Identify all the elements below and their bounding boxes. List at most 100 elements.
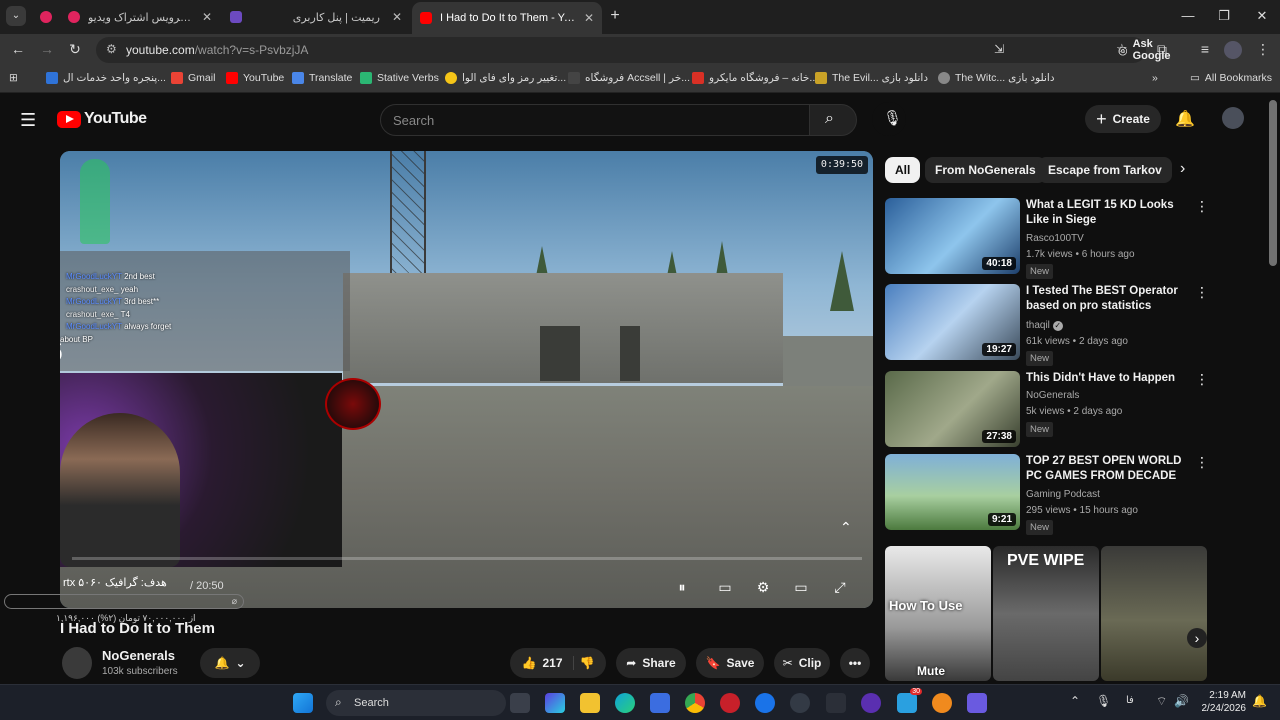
expand-chapters-icon[interactable]: ⌃ [840,519,852,536]
file-explorer-icon[interactable] [580,693,600,713]
short-thumbnail[interactable]: How To Use Mute [885,546,991,681]
recommendation-item[interactable]: 19:27 I Tested The BEST Operator based o… [885,284,1215,366]
app-icon[interactable] [755,693,775,713]
bookmark-item[interactable]: پنجره واحد خدمات ال... [46,72,166,84]
taskbar-search[interactable]: ⌕ Search [326,690,506,716]
new-tab-button[interactable]: + [606,7,624,25]
search-input[interactable]: Search [380,104,810,136]
fullscreen-icon[interactable]: ⤢ [829,576,851,598]
chips-next-chevron-icon[interactable]: › [1180,160,1185,178]
back-icon[interactable]: ← [9,41,27,57]
bookmark-star-icon[interactable]: ☆ [1116,41,1128,57]
tab-youtube-active[interactable]: I Had to Do It to Them - YouTube ✕ [412,2,602,34]
chip-escape-from-tarkov[interactable]: Escape from Tarkov [1038,157,1172,183]
app-icon[interactable] [790,693,810,713]
close-tab-icon[interactable]: ✕ [392,10,402,24]
telegram-icon[interactable]: 30 [897,688,922,713]
bookmark-stative-verbs[interactable]: Stative Verbs [360,72,439,84]
bookmark-item[interactable]: The Witc... دانلود بازی [938,72,1055,84]
recommendation-channel[interactable]: NoGenerals [1026,390,1079,401]
bookmarks-overflow-button[interactable]: » [1152,72,1158,84]
tab-aparat[interactable]: آپارات - سرویس اشتراک ویدیو ✕ [60,4,220,30]
recommendation-channel[interactable]: thaqil ✓ [1026,320,1063,331]
video-thumbnail[interactable]: 9:21 [885,454,1020,530]
microphone-tray-icon[interactable]: 🎙 [1096,694,1111,708]
more-actions-button[interactable]: ••• [840,648,870,678]
create-button[interactable]: + Create [1085,105,1161,133]
recommendation-title[interactable]: What a LEGIT 15 KD Looks Like in Siege [1026,198,1194,228]
like-button[interactable]: 👍 217 [522,656,574,670]
media-control-icon[interactable]: ≡ [1196,41,1214,57]
recommendation-channel[interactable]: Rasco100TV [1026,233,1084,244]
subtitles-icon[interactable]: ▭ [714,576,736,598]
media-player-icon[interactable] [861,693,881,713]
recommendation-title[interactable]: This Didn't Have to Happen [1026,371,1194,386]
tab-pinned[interactable] [32,4,62,30]
input-language-indicator[interactable]: فا [1126,695,1134,706]
all-bookmarks-button[interactable]: ▭ All Bookmarks [1190,72,1272,84]
video-thumbnail[interactable]: 27:38 [885,371,1020,447]
account-avatar[interactable] [1222,107,1244,129]
recommendation-item[interactable]: 9:21 TOP 27 BEST OPEN WORLD PC GAMES FRO… [885,454,1215,536]
channel-name[interactable]: NoGenerals [102,648,175,663]
bookmark-item[interactable]: خانه – فروشگاه مایکرو... [692,72,818,84]
share-button[interactable]: ➦ Share [616,648,686,678]
close-tab-icon[interactable]: ✕ [584,11,594,25]
edge-icon[interactable] [615,693,635,713]
bookmark-youtube[interactable]: YouTube [226,72,284,84]
subscribed-notifications-button[interactable]: 🔔 ⌄ [200,648,260,678]
video-thumbnail[interactable]: 40:18 [885,198,1020,274]
notification-bell-icon[interactable]: 🔔 [1252,694,1267,708]
channel-avatar[interactable] [62,647,92,679]
reload-icon[interactable]: ↻ [66,41,84,58]
app-icon[interactable] [932,693,952,713]
forward-icon[interactable]: → [38,41,56,57]
more-options-icon[interactable]: ⋮ [1195,371,1209,388]
shelf-next-chevron-icon[interactable]: › [1187,628,1207,648]
tray-chevron-up-icon[interactable]: ⌃ [1070,694,1080,708]
youtube-logo[interactable]: YouTube [57,110,147,128]
short-thumbnail[interactable] [1101,546,1207,681]
bookmark-item[interactable]: The Evil... دانلود بازی [815,72,928,84]
install-app-icon[interactable]: ⇲ [994,42,1004,56]
site-info-icon[interactable]: ⚙ [106,42,117,56]
video-thumbnail[interactable]: 19:27 [885,284,1020,360]
save-button[interactable]: 🔖 Save [696,648,764,678]
close-window-button[interactable]: ✕ [1252,8,1272,24]
system-clock[interactable]: 2:19 AM 2/24/2026 [1196,689,1247,715]
app-icon[interactable] [720,693,740,713]
bookmark-item[interactable]: فروشگاه Accsell | خر... [568,72,690,84]
menu-kebab-icon[interactable]: ⋮ [1254,41,1272,58]
bookmark-item[interactable]: تغییر رمز وای فای الوا... [445,72,566,84]
short-thumbnail[interactable]: PVE WIPE [993,546,1099,681]
recommendation-title[interactable]: TOP 27 BEST OPEN WORLD PC GAMES FROM DEC… [1026,454,1194,485]
copilot-icon[interactable] [545,693,565,713]
recommendation-item[interactable]: 40:18 What a LEGIT 15 KD Looks Like in S… [885,198,1215,280]
apps-grid-icon[interactable]: ⊞ [9,72,18,84]
tab-search-button[interactable]: ⌄ [6,6,26,26]
chip-from-nogenerals[interactable]: From NoGenerals [925,157,1046,183]
close-tab-icon[interactable]: ✕ [202,10,212,24]
bookmark-translate[interactable]: Translate [292,72,352,84]
settings-gear-icon[interactable]: ⚙ [752,576,774,598]
recommendation-channel[interactable]: Gaming Podcast [1026,489,1100,500]
wifi-icon[interactable]: ⌔ [1156,694,1167,709]
windows-start-icon[interactable] [293,693,313,713]
settings-gear-icon[interactable] [826,693,846,713]
recommendation-title[interactable]: I Tested The BEST Operator based on pro … [1026,284,1194,314]
restore-button[interactable]: ❐ [1214,8,1234,24]
clip-button[interactable]: ✂ Clip [774,648,830,678]
hamburger-menu-icon[interactable]: ☰ [20,110,36,131]
more-options-icon[interactable]: ⋮ [1195,454,1209,471]
tab-pinned-2[interactable] [222,4,252,30]
task-view-icon[interactable] [510,693,530,713]
more-options-icon[interactable]: ⋮ [1195,198,1209,215]
search-button[interactable]: ⌕ [809,104,857,136]
tab-remit[interactable]: ریمیت | پنل کاربری ✕ [250,4,410,30]
app-icon[interactable] [967,693,987,713]
dislike-button[interactable]: 👎 [580,656,595,670]
voice-search-button[interactable]: 🎙 [872,102,906,136]
page-scrollbar[interactable] [1269,100,1277,266]
chrome-icon[interactable] [685,693,705,713]
video-player[interactable]: 0:39:50 MrGoodLuckYT 2nd best crashout_e… [60,151,873,608]
